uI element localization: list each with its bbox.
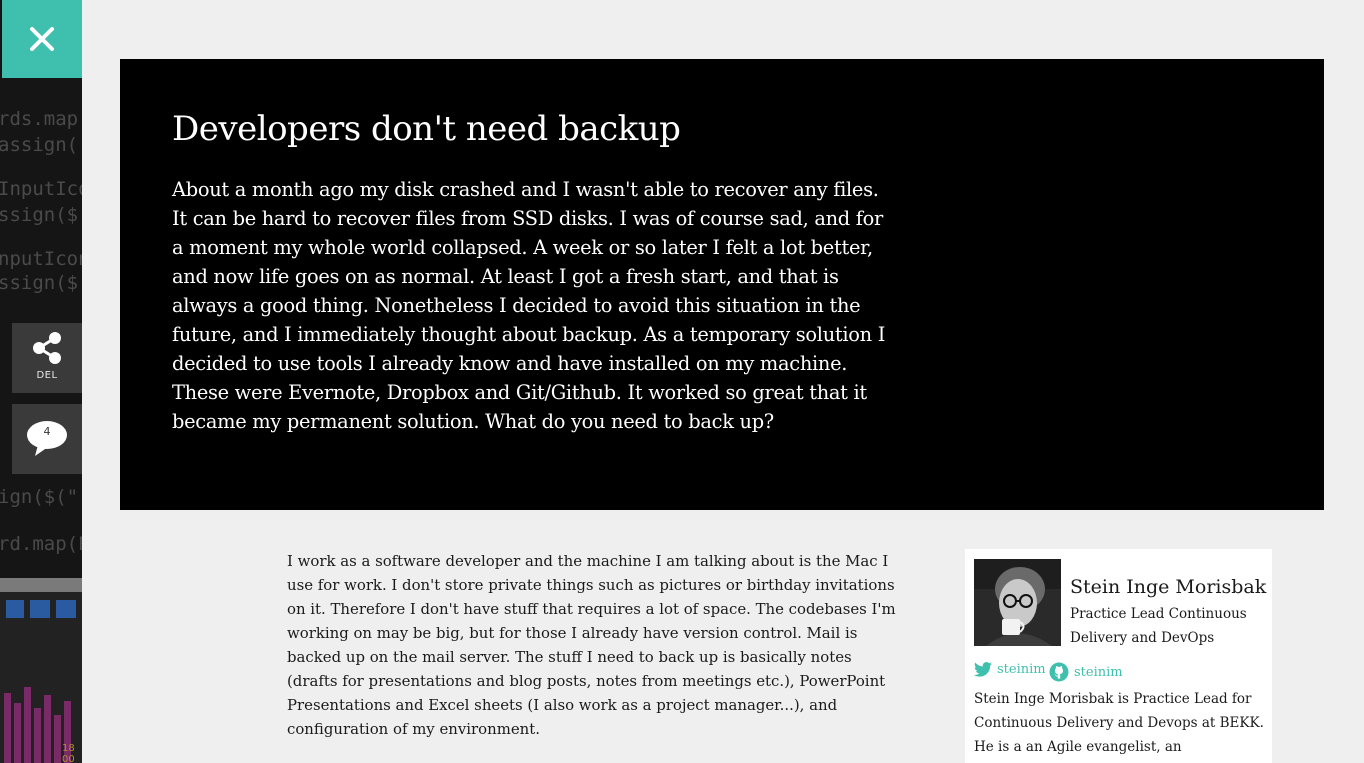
github-handle: steinim [1074, 664, 1123, 680]
share-label: DEL [36, 370, 58, 381]
code-line: assign( [0, 134, 79, 156]
code-line: nputIcon [0, 248, 82, 270]
github-icon [1049, 662, 1069, 682]
author-role: Practice Lead Continuous Delivery and De… [1070, 606, 1247, 646]
comments-button[interactable]: 4 [12, 404, 82, 474]
code-line: ssign($( [0, 272, 82, 294]
author-card: Stein Inge Morisbak Practice Lead Contin… [965, 549, 1272, 763]
close-icon [30, 27, 54, 51]
share-icon [33, 332, 61, 364]
author-bio: Stein Inge Morisbak is Practice Lead for… [974, 691, 1264, 755]
github-link[interactable]: steinim [1049, 662, 1123, 682]
code-line: ssign($ [0, 204, 79, 226]
twitter-link[interactable]: steinim [974, 662, 1046, 677]
article-title: Developers don't need backup [172, 109, 681, 149]
screenshot-toolbar-block [56, 600, 76, 618]
author-name: Stein Inge Morisbak [1070, 576, 1267, 598]
screenshot-toolbar-block [30, 600, 50, 618]
screenshot-toolbar-block [6, 600, 24, 618]
twitter-icon [974, 662, 992, 677]
code-line: ign($("[ [0, 486, 82, 508]
rail-divider [0, 578, 82, 592]
background-code-image: rds.map( assign( InputIco ssign($ nputIc… [0, 0, 82, 578]
share-button[interactable]: DEL [12, 323, 82, 393]
code-line: InputIco [0, 178, 82, 200]
comment-bubble-icon: 4 [26, 420, 68, 458]
article-hero: Developers don't need backup About a mon… [120, 59, 1324, 510]
close-button[interactable] [2, 0, 82, 78]
screenshot-label: 18 00 [62, 743, 75, 763]
twitter-handle: steinim [997, 662, 1046, 677]
code-line: rds.map( [0, 108, 82, 130]
article-intro: About a month ago my disk crashed and I … [172, 178, 886, 433]
code-line: rd.map(E [0, 533, 82, 555]
comment-count: 4 [43, 425, 51, 438]
author-avatar [974, 559, 1061, 646]
article-body: I work as a software developer and the m… [287, 552, 896, 738]
